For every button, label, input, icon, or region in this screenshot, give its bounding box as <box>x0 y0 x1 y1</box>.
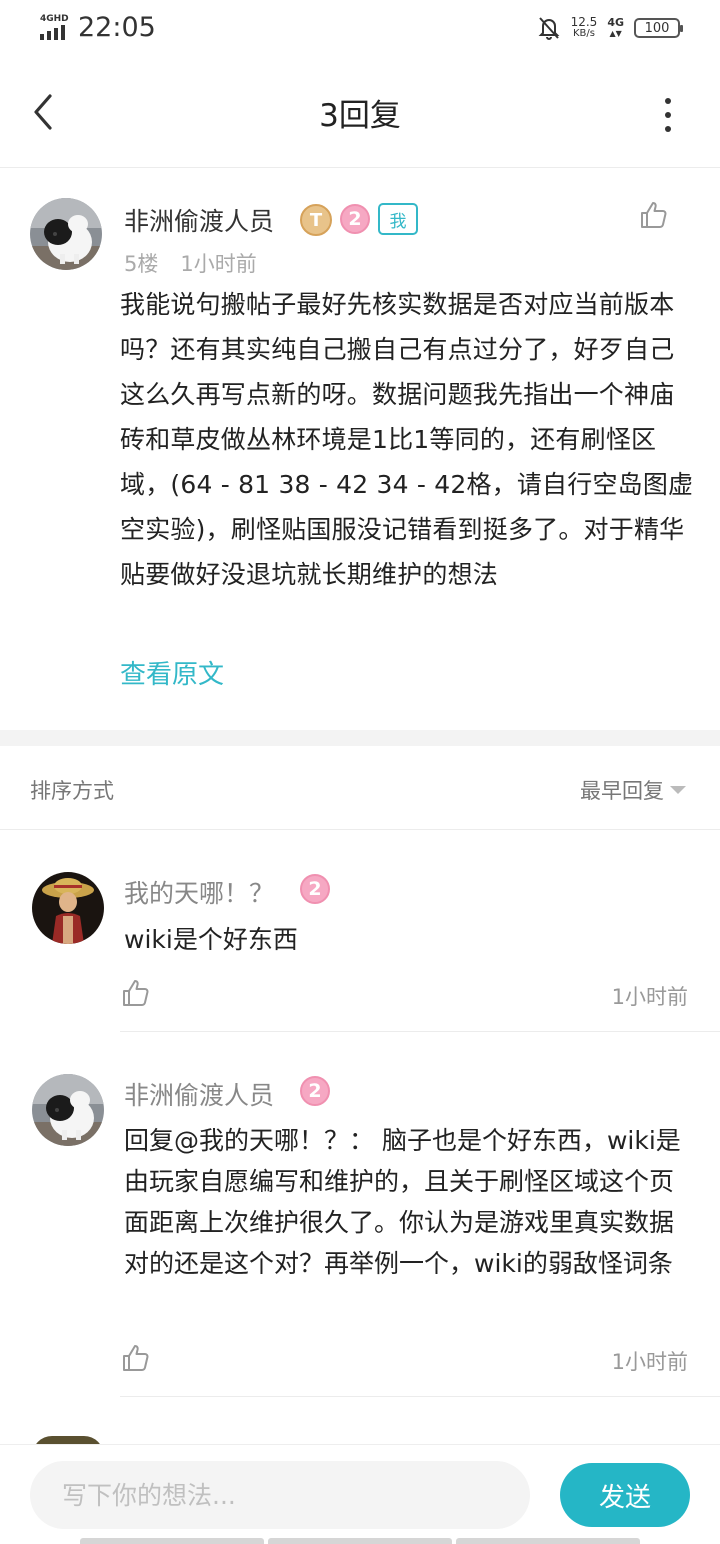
network-speed: 12.5 KB/s <box>570 15 598 39</box>
page-title: 3回复 <box>319 98 401 134</box>
avatar[interactable] <box>30 198 102 270</box>
post-username[interactable]: 非洲偷渡人员 <box>124 202 274 238</box>
level-badge: 2 <box>300 874 330 904</box>
main-post: 非洲偷渡人员 T 2 我 5楼 1小时前 我能说句搬帖子最好先核实数据是否对应当前… <box>0 168 720 730</box>
reply-body: wiki是个好东西 <box>124 925 298 954</box>
thumbs-up-icon[interactable] <box>638 200 668 230</box>
level-badge: 2 <box>340 204 370 234</box>
thumbs-up-icon[interactable] <box>120 1343 152 1375</box>
reply-username[interactable]: 我的天哪！？ <box>124 874 274 910</box>
post-meta: 5楼 1小时前 <box>124 248 257 278</box>
view-original-link[interactable]: 查看原文 <box>120 654 224 691</box>
more-vertical-icon[interactable] <box>660 98 676 132</box>
reply-body: 回复@我的天哪！？： 脑子也是个好东西，wiki是由玩家自愿编写和维护的，且关于… <box>124 1126 681 1278</box>
title-badge-icon: T <box>300 204 332 236</box>
battery-level: 100 <box>644 20 670 36</box>
reply-item: 我的天哪！？ 2 wiki是个好东西 1小时前 <box>0 830 720 1032</box>
avatar[interactable] <box>32 872 104 944</box>
composer-bar: 发送 <box>0 1444 720 1544</box>
floor-number: 5楼 <box>124 252 159 276</box>
gesture-bar <box>80 1538 640 1544</box>
reply-time: 1小时前 <box>611 985 688 1009</box>
thumbs-up-icon[interactable] <box>120 978 152 1010</box>
post-body: 我能说句搬帖子最好先核实数据是否对应当前版本吗？还有其实纯自己搬自己有点过分了，… <box>120 290 694 589</box>
reply-item: 非洲偷渡人员 2 回复@我的天哪！？： 脑子也是个好东西，wiki是由玩家自愿编… <box>0 1032 720 1397</box>
level-badge: 2 <box>300 1076 330 1106</box>
network-label: 4GHD <box>40 14 69 24</box>
me-tag: 我 <box>378 203 418 235</box>
caret-down-icon[interactable] <box>670 786 686 794</box>
header: 3回复 <box>0 58 720 168</box>
send-button[interactable]: 发送 <box>560 1463 690 1527</box>
battery-icon: 100 <box>634 18 683 38</box>
sort-label: 排序方式 <box>30 779 114 803</box>
bell-off-icon <box>537 15 561 41</box>
status-time: 22:05 <box>78 12 156 43</box>
post-time: 1小时前 <box>180 252 257 276</box>
section-divider <box>0 730 720 746</box>
avatar[interactable] <box>32 1074 104 1146</box>
reply-username[interactable]: 非洲偷渡人员 <box>124 1076 274 1112</box>
sort-bar: 排序方式 最早回复 <box>0 746 720 830</box>
sort-dropdown[interactable]: 最早回复 <box>580 775 664 805</box>
status-bar: 4GHD 22:05 12.5 KB/s 4G ▲▼ 100 <box>0 0 720 58</box>
comment-input[interactable] <box>30 1461 530 1529</box>
signal-icon: 4GHD <box>38 14 72 40</box>
reply-time: 1小时前 <box>611 1350 688 1374</box>
network-type: 4G ▲▼ <box>607 16 624 38</box>
reply-divider <box>120 1396 720 1397</box>
